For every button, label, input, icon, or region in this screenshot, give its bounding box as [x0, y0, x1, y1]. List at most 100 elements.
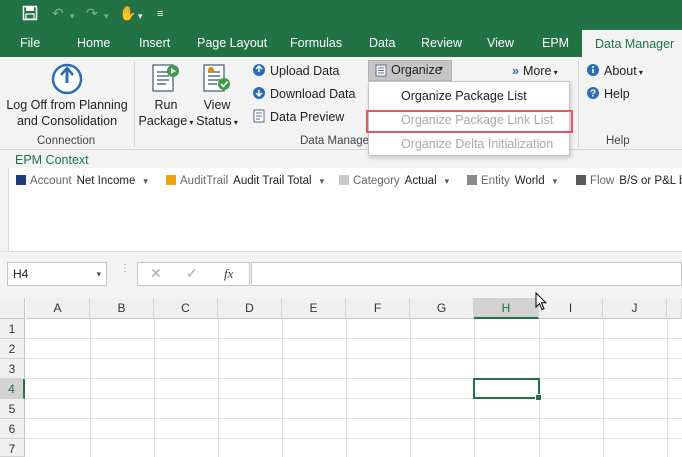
context-key: Entity: [481, 175, 510, 187]
column-header[interactable]: J: [603, 298, 667, 319]
menu-item-organize-package-list[interactable]: Organize Package List: [369, 84, 569, 108]
run-package-label-line1: Run: [154, 98, 178, 112]
context-key: Flow: [590, 175, 615, 187]
spreadsheet-grid: A B C D E F G H I J 1 2 3 4 5 6 7: [0, 298, 682, 457]
name-box[interactable]: H4 ▾: [7, 262, 107, 286]
tab-insert[interactable]: Insert: [139, 26, 170, 57]
tab-page-layout[interactable]: Page Layout: [197, 26, 267, 57]
touch-dropdown-icon[interactable]: ▾: [138, 8, 143, 24]
run-package-icon: [150, 62, 182, 97]
row-header[interactable]: 1: [0, 319, 25, 339]
about-button[interactable]: About ▾: [586, 61, 643, 81]
chevron-down-icon: ▾: [439, 64, 444, 73]
undo-icon[interactable]: ↶: [52, 5, 64, 21]
menu-item-organize-package-link-list[interactable]: Organize Package Link List: [369, 108, 569, 132]
chevron-down-icon: ▾: [231, 118, 238, 127]
tab-data-manager[interactable]: Data Manager: [582, 30, 682, 57]
row-header[interactable]: 2: [0, 339, 25, 359]
column-header[interactable]: I: [539, 298, 603, 319]
undo-dropdown-icon[interactable]: ▾: [70, 8, 75, 24]
flow-color-swatch: [576, 175, 586, 185]
tab-formulas[interactable]: Formulas: [290, 26, 342, 57]
row-header[interactable]: 6: [0, 419, 25, 439]
context-item-flow[interactable]: Flow B/S or P&L ba: [576, 175, 682, 187]
download-data-button[interactable]: Download Data: [252, 84, 355, 104]
tab-view[interactable]: View: [487, 26, 514, 57]
column-header[interactable]: C: [154, 298, 218, 319]
view-status-button[interactable]: View Status ▾: [194, 97, 240, 131]
formula-input[interactable]: [251, 262, 682, 286]
view-status-icon: [201, 62, 233, 97]
column-header-partial[interactable]: [667, 298, 682, 319]
context-key: Category: [353, 175, 400, 187]
epm-context-pane: EPM Context Account Net Income ▾ AuditTrai…: [0, 150, 682, 251]
column-header[interactable]: E: [282, 298, 346, 319]
insert-function-icon[interactable]: fx: [224, 266, 233, 282]
entity-color-swatch: [467, 175, 477, 185]
column-header[interactable]: D: [218, 298, 282, 319]
column-header[interactable]: B: [90, 298, 154, 319]
tab-data[interactable]: Data: [369, 26, 395, 57]
help-button[interactable]: ? Help: [586, 84, 630, 104]
row-header[interactable]: 3: [0, 359, 25, 379]
chevron-down-icon: ▾: [187, 118, 194, 127]
more-button[interactable]: » More ▾: [512, 61, 558, 81]
organize-button[interactable]: Organize ▾: [368, 60, 452, 81]
column-header[interactable]: G: [410, 298, 474, 319]
cancel-icon[interactable]: ✕: [150, 265, 162, 282]
chevron-down-icon[interactable]: ▾: [143, 176, 148, 186]
enter-icon[interactable]: ✓: [186, 265, 198, 282]
context-value: Net Income: [76, 175, 136, 187]
chevron-down-icon[interactable]: ▾: [320, 176, 325, 186]
group-label-data-manager: Data Manage: [300, 135, 370, 147]
customize-qat-icon[interactable]: ≡: [157, 6, 163, 22]
category-color-swatch: [339, 175, 349, 185]
context-key: Account: [30, 175, 72, 187]
row-header[interactable]: 7: [0, 439, 25, 457]
context-item-category[interactable]: Category Actual ▾: [339, 175, 449, 187]
column-header[interactable]: F: [346, 298, 410, 319]
chevron-down-icon[interactable]: ▾: [445, 176, 450, 186]
cursor-arrow-icon: [535, 291, 548, 314]
select-all-corner[interactable]: [0, 298, 25, 319]
run-package-button[interactable]: Run Package ▾: [137, 97, 195, 131]
column-header[interactable]: A: [26, 298, 90, 319]
redo-icon[interactable]: ↷: [86, 5, 98, 21]
row-header[interactable]: 5: [0, 399, 25, 419]
tab-review[interactable]: Review: [421, 26, 462, 57]
logoff-button[interactable]: Log Off from Planning and Consolidation: [6, 97, 128, 129]
grid-line: [154, 319, 155, 457]
data-preview-button[interactable]: Data Preview: [252, 107, 344, 127]
grid-line: [25, 398, 682, 399]
organize-menu: Organize Package List Organize Package L…: [368, 81, 570, 156]
upload-data-button[interactable]: Upload Data: [252, 61, 340, 81]
save-icon[interactable]: [22, 5, 38, 24]
tab-epm[interactable]: EPM: [542, 26, 569, 57]
touch-mode-icon[interactable]: ✋: [119, 5, 136, 21]
context-item-account[interactable]: Account Net Income ▾: [16, 175, 148, 187]
context-value: B/S or P&L ba: [619, 175, 682, 187]
selected-cell-h4[interactable]: [473, 378, 542, 401]
column-header-selected[interactable]: H: [474, 298, 539, 319]
quick-access-toolbar: ↶ ▾ ↷ ▾ ✋ ▾ ≡: [0, 0, 682, 26]
context-item-audittrail[interactable]: AuditTrail Audit Trail Total ▾: [166, 175, 324, 187]
help-icon: ?: [586, 86, 600, 100]
upload-data-label: Upload Data: [270, 64, 340, 78]
grid-line: [346, 319, 347, 457]
tab-home[interactable]: Home: [77, 26, 110, 57]
context-item-entity[interactable]: Entity World ▾: [467, 175, 557, 187]
epm-context-panel: Account Net Income ▾ AuditTrail Audit Trail…: [8, 168, 682, 251]
grid-line: [410, 319, 411, 457]
chevron-down-icon[interactable]: ▾: [553, 176, 558, 186]
power-icon: [51, 63, 83, 98]
chevron-down-icon[interactable]: ▾: [96, 263, 101, 285]
grid-line: [603, 319, 604, 457]
row-header-selected[interactable]: 4: [0, 379, 25, 399]
help-label: Help: [604, 87, 630, 101]
menu-item-organize-delta-initialization[interactable]: Organize Delta Initialization: [369, 132, 569, 156]
grid-line: [282, 319, 283, 457]
view-status-label-line1: View: [203, 98, 231, 112]
account-color-swatch: [16, 175, 26, 185]
tab-file[interactable]: File: [20, 26, 40, 57]
redo-dropdown-icon[interactable]: ▾: [104, 8, 109, 24]
